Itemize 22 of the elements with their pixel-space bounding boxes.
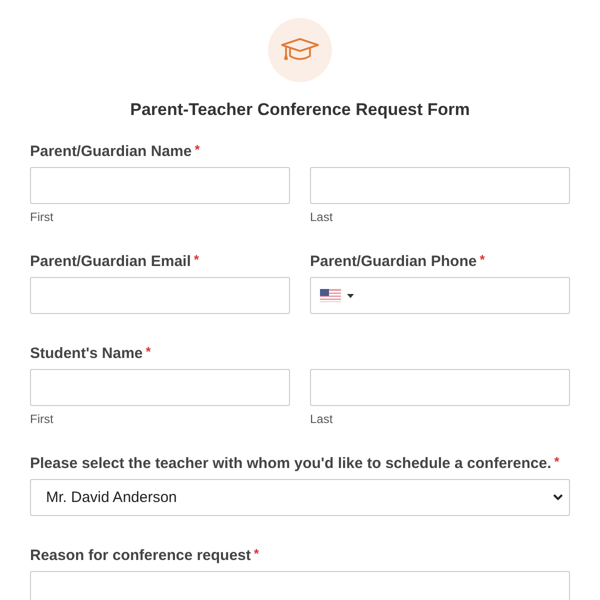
field-label: Parent/Guardian Name $^{*}$ [30,142,201,160]
teacher-dropdown[interactable]: Mr. David Anderson [30,479,570,516]
caret-icon[interactable] [347,294,354,298]
flag-icon[interactable] [320,289,341,302]
text-field[interactable] [310,167,570,204]
email-field[interactable] [30,277,290,314]
form-title: Parent-Teacher Conference Request Form [130,100,470,120]
chevron-icon [553,494,563,501]
field-sublabel: Last [310,210,334,224]
graduation-cap-icon [280,37,320,63]
text-field[interactable] [310,369,570,406]
field-label: Parent/Guardian Email $^{*}$ [30,252,200,270]
field-label: Please select the teacher with whom you'd like to schedule a conference. $^{*}$ [30,454,560,472]
text-field[interactable] [30,369,290,406]
phone-field[interactable] [310,277,570,314]
field-label: Parent/Guardian Phone $^{*}$ [310,252,486,270]
field-sublabel: First [30,412,54,426]
field-sublabel: First [30,210,54,224]
field-sublabel: Last [310,412,334,426]
field-label: Reason for conference request $^{*}$ [30,546,260,564]
text-field[interactable] [30,167,290,204]
field-label: Student's Name $^{*}$ [30,344,152,362]
